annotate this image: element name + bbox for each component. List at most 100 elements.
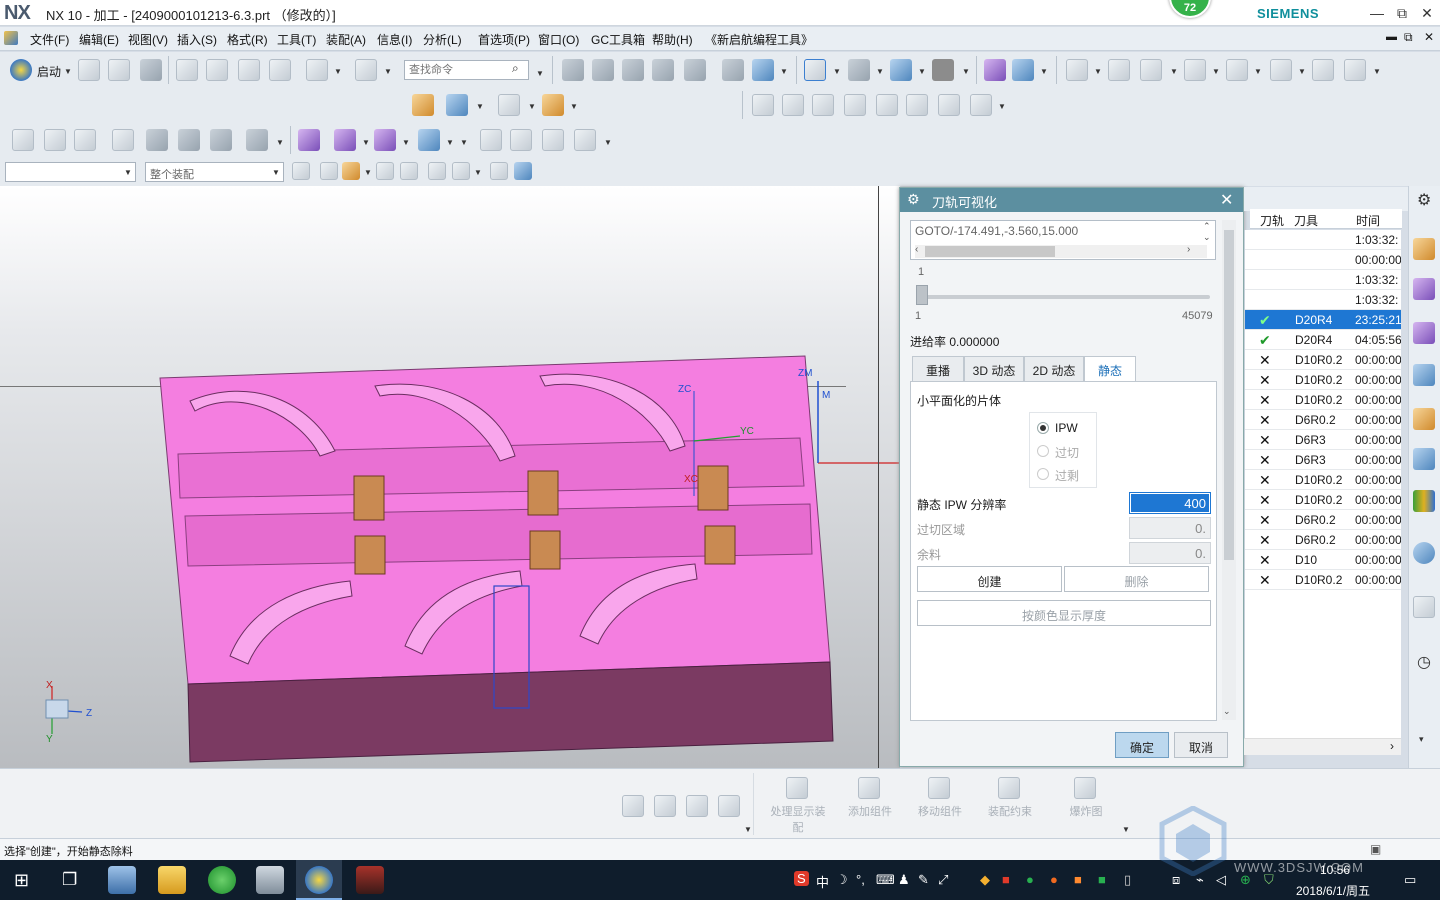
- machine-tool-icon[interactable]: [1413, 278, 1435, 300]
- hex-icon[interactable]: [428, 162, 446, 180]
- object-icon[interactable]: [374, 129, 396, 151]
- tab-replay[interactable]: 重播: [912, 356, 964, 382]
- history-icon[interactable]: [1413, 542, 1435, 564]
- machine-view-icon[interactable]: [592, 59, 614, 81]
- feature-dropdown-5[interactable]: ▼: [1254, 67, 1262, 76]
- create-program-icon[interactable]: [684, 59, 706, 81]
- delete-icon[interactable]: [269, 59, 291, 81]
- tab-static[interactable]: 静态: [1084, 356, 1136, 382]
- scroll-up-icon[interactable]: ⌃: [1203, 221, 1211, 232]
- snap-icon[interactable]: [342, 162, 360, 180]
- shop-doc-dropdown-icon[interactable]: ▼: [780, 67, 788, 76]
- undo-icon[interactable]: [306, 59, 328, 81]
- menu-format[interactable]: 格式(R): [227, 31, 268, 48]
- system-app-icon[interactable]: [256, 866, 284, 894]
- spline-icon[interactable]: [812, 94, 834, 116]
- shop-doc-icon[interactable]: [752, 59, 774, 81]
- rect-select-icon[interactable]: [452, 162, 470, 180]
- list-icon[interactable]: [210, 129, 232, 151]
- notification-center-icon[interactable]: ▭: [1404, 872, 1416, 888]
- tab-3d-dynamic[interactable]: 3D 动态: [964, 356, 1024, 382]
- save-icon[interactable]: [140, 59, 162, 81]
- csys-dropdown-icon[interactable]: ▼: [1040, 67, 1048, 76]
- feature-icon-3[interactable]: [1140, 59, 1162, 81]
- table-row[interactable]: ✔ D20R4 04:05:56: [1245, 330, 1401, 350]
- table-row[interactable]: ✕ D10R0.2 00:00:00: [1245, 470, 1401, 490]
- browser-app-icon[interactable]: [208, 866, 236, 894]
- create-button[interactable]: 创建: [917, 566, 1062, 592]
- clock-date[interactable]: 2018/6/1/周五: [1296, 882, 1370, 899]
- cut-icon[interactable]: [176, 59, 198, 81]
- table-row[interactable]: 1:03:32:: [1245, 290, 1401, 310]
- table-row[interactable]: ✕ D6R3 00:00:00: [1245, 430, 1401, 450]
- nx-app-icon[interactable]: [305, 866, 333, 894]
- measure-dropdown-icon[interactable]: ▼: [570, 102, 578, 111]
- table-row[interactable]: ✕ D6R0.2 00:00:00: [1245, 410, 1401, 430]
- tray-app-3-icon[interactable]: ●: [1026, 872, 1034, 887]
- header-time[interactable]: 时间: [1356, 212, 1380, 229]
- menu-minimize-icon[interactable]: ▬: [1386, 31, 1397, 43]
- start-icon[interactable]: [10, 59, 32, 81]
- tab-2d-dynamic[interactable]: 2D 动态: [1024, 356, 1084, 382]
- restore-button[interactable]: ⧉: [1391, 3, 1413, 23]
- ime-expand-icon[interactable]: ⤢: [938, 872, 948, 888]
- graphics-viewport[interactable]: X Z Y ZC YC XC ZM M: [0, 186, 900, 768]
- scroll-left-icon[interactable]: ‹: [915, 244, 918, 255]
- create-geometry-icon[interactable]: [12, 129, 34, 151]
- layers-icon[interactable]: [44, 129, 66, 151]
- menu-help[interactable]: 帮助(H): [652, 31, 693, 48]
- exploded-view-label[interactable]: 爆炸图: [1056, 803, 1116, 819]
- op-dropdown-icon[interactable]: ▼: [604, 138, 612, 147]
- background-icon[interactable]: [932, 59, 954, 81]
- open-icon[interactable]: [108, 59, 130, 81]
- move-component-icon[interactable]: [928, 777, 950, 799]
- menu-restore-icon[interactable]: ⧉: [1404, 30, 1413, 45]
- delete-button[interactable]: 删除: [1064, 566, 1209, 592]
- dialog-close-icon[interactable]: ✕: [1220, 190, 1233, 210]
- feature-icon-5[interactable]: [1226, 59, 1248, 81]
- feature-icon-1[interactable]: [1066, 59, 1088, 81]
- render-style-icon[interactable]: [848, 59, 870, 81]
- menu-info[interactable]: 信息(I): [377, 31, 412, 48]
- slider-knob[interactable]: [916, 285, 928, 305]
- ime-tool-icon[interactable]: ✎: [918, 872, 929, 888]
- animation-slider[interactable]: [918, 295, 1210, 299]
- search-icon[interactable]: ⌕: [512, 61, 519, 76]
- assembly-navigator-icon[interactable]: [1413, 364, 1435, 386]
- keyboard-icon[interactable]: ⌨: [876, 872, 895, 888]
- filter-dropdown-icon[interactable]: ▼: [124, 168, 132, 177]
- ime-punct-icon[interactable]: °,: [856, 872, 865, 887]
- ime-language[interactable]: 中: [816, 872, 829, 891]
- menu-app-icon[interactable]: [4, 31, 18, 45]
- clock-icon[interactable]: ◷: [1417, 652, 1431, 672]
- table-row[interactable]: 1:03:32:: [1245, 230, 1401, 250]
- tray-app-4-icon[interactable]: ●: [1050, 872, 1058, 887]
- op-icon-4[interactable]: [574, 129, 596, 151]
- ok-button[interactable]: 确定: [1115, 732, 1169, 758]
- table-row[interactable]: ✕ D10R0.2 00:00:00: [1245, 570, 1401, 590]
- search-dropdown-icon[interactable]: ▼: [536, 69, 544, 78]
- extract-curve-icon[interactable]: [970, 94, 992, 116]
- create-operation-icon[interactable]: [298, 129, 320, 151]
- feature-dropdown-1[interactable]: ▼: [1094, 67, 1102, 76]
- snap-dropdown-icon[interactable]: ▼: [364, 168, 372, 177]
- menu-file[interactable]: 文件(F): [30, 31, 69, 48]
- method-view-icon[interactable]: [652, 59, 674, 81]
- table-row[interactable]: ✕ D10R0.2 00:00:00: [1245, 370, 1401, 390]
- cancel-button[interactable]: 取消: [1174, 732, 1228, 758]
- feature-icon-6[interactable]: [1270, 59, 1292, 81]
- selection-filter-select[interactable]: [5, 162, 136, 182]
- tray-app-2-icon[interactable]: ■: [1002, 872, 1010, 887]
- measure-icon[interactable]: [542, 94, 564, 116]
- task-view-icon[interactable]: ❐: [62, 870, 77, 890]
- new-icon[interactable]: [78, 59, 100, 81]
- radio-excess[interactable]: [1037, 468, 1049, 480]
- line-icon[interactable]: [752, 94, 774, 116]
- sogou-ime-icon[interactable]: S: [794, 871, 809, 886]
- project-curve-icon[interactable]: [938, 94, 960, 116]
- operation-navigator-icon[interactable]: [1413, 238, 1435, 260]
- minimize-button[interactable]: —: [1366, 3, 1388, 23]
- gear-icon[interactable]: ⚙: [907, 191, 920, 208]
- scroll-right-icon[interactable]: ›: [1187, 244, 1190, 255]
- table-row[interactable]: 00:00:00: [1245, 250, 1401, 270]
